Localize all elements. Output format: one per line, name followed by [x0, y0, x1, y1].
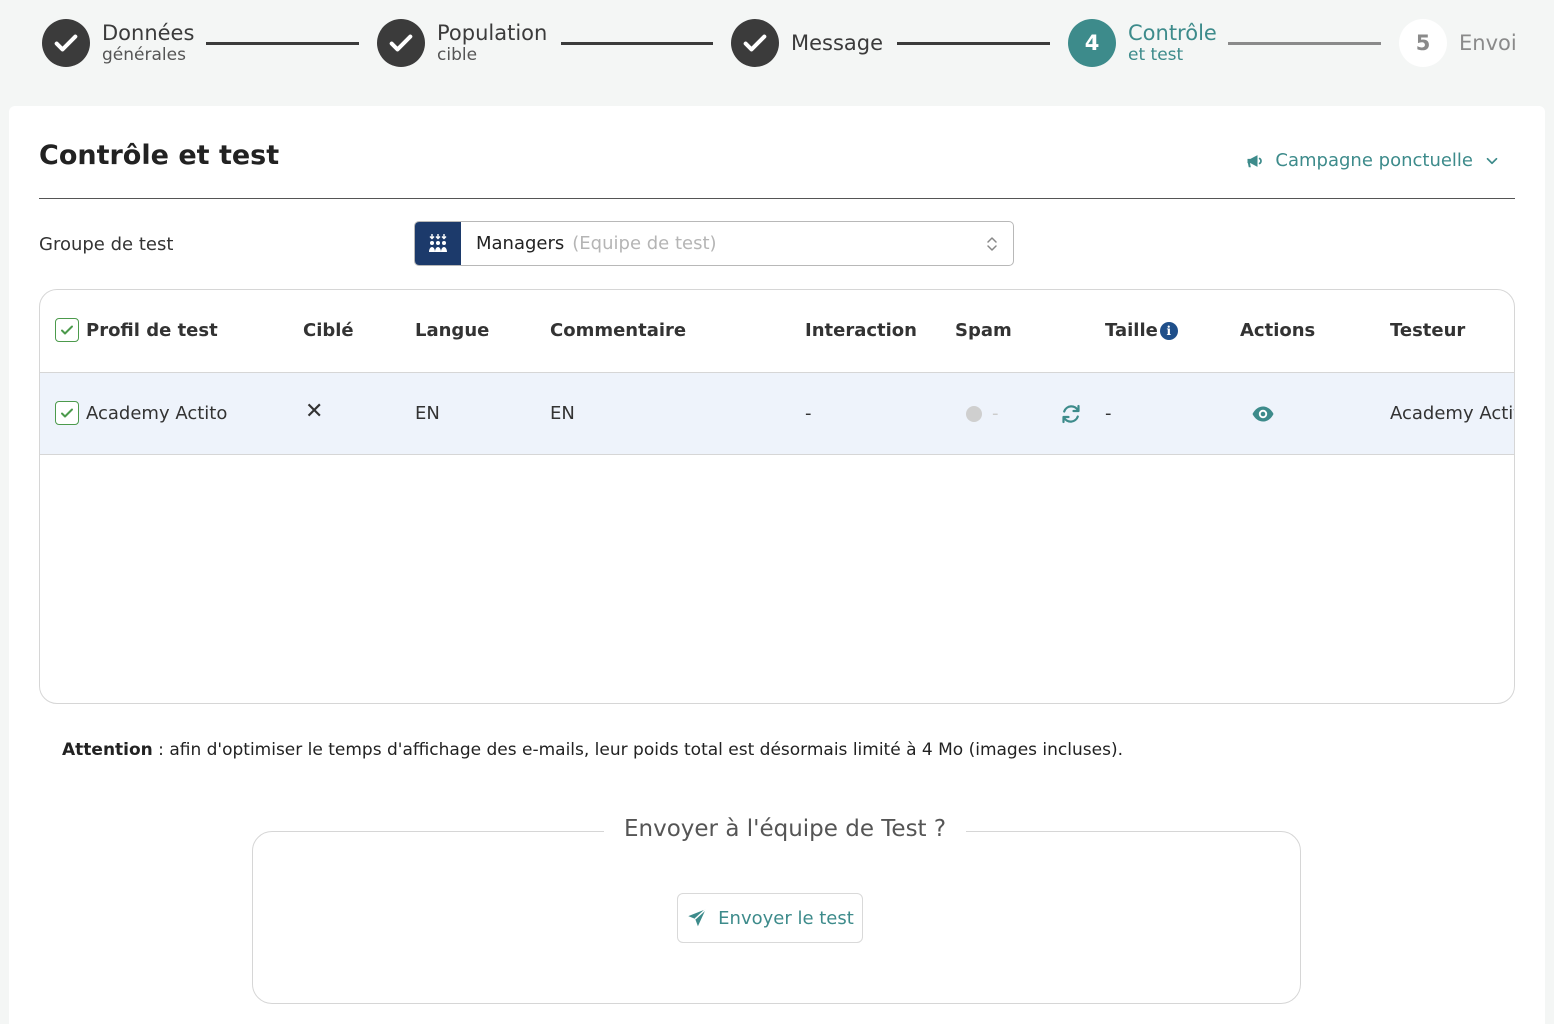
select-all-checkbox[interactable]	[55, 318, 79, 342]
step-5-pending-number[interactable]: 5	[1399, 19, 1447, 67]
test-profiles-table: Profil de test Ciblé Langue Commentaire …	[39, 289, 1515, 704]
wizard-stepper: Données générales Population cible Messa…	[0, 0, 1554, 100]
check-icon	[61, 408, 73, 418]
header-comment[interactable]: Commentaire	[550, 320, 686, 341]
title-divider	[39, 198, 1515, 199]
header-interaction[interactable]: Interaction	[805, 320, 917, 341]
cell-targeted-cross-icon: ✕	[305, 399, 324, 424]
select-updown-icon	[987, 237, 997, 251]
check-icon	[61, 325, 73, 335]
header-spam[interactable]: Spam	[955, 320, 1012, 341]
megaphone-icon	[1247, 154, 1263, 167]
paper-plane-icon	[688, 908, 707, 927]
send-test-button-label: Envoyer le test	[718, 907, 854, 929]
attention-notice: Attention : afin d'optimiser le temps d'…	[62, 740, 1123, 760]
attention-text: : afin d'optimiser le temps d'affichage …	[152, 740, 1123, 760]
header-profile[interactable]: Profil de test	[86, 320, 218, 341]
step-connector	[206, 42, 359, 45]
cell-spam: -	[992, 403, 999, 424]
header-language[interactable]: Langue	[415, 320, 489, 341]
step-3-done-checkmark-icon[interactable]	[731, 19, 779, 67]
step-connector	[897, 42, 1050, 45]
page-title: Contrôle et test	[39, 140, 280, 171]
header-tester[interactable]: Testeur	[1390, 320, 1465, 341]
cell-profile: Academy Actito	[86, 403, 228, 424]
header-size-label: Taille	[1105, 320, 1158, 341]
header-actions: Actions	[1240, 320, 1316, 341]
row-checkbox[interactable]	[55, 401, 79, 425]
header-size[interactable]: Taille i	[1105, 320, 1178, 341]
table-row[interactable]: Academy Actito ✕ EN EN - - - Academy Act…	[40, 372, 1514, 455]
info-icon[interactable]: i	[1159, 322, 1178, 340]
test-group-hint: (Equipe de test)	[572, 233, 717, 254]
step-connector	[1228, 42, 1381, 45]
test-group-value: Managers	[476, 233, 565, 254]
send-test-legend: Envoyer à l'équipe de Test ?	[604, 816, 967, 842]
refresh-icon[interactable]	[1059, 402, 1083, 426]
test-group-label: Groupe de test	[39, 234, 174, 255]
cell-language: EN	[415, 403, 440, 424]
campaign-type-dropdown[interactable]: Campagne ponctuelle	[1245, 150, 1501, 171]
step-1-label[interactable]: Données générales	[102, 22, 194, 66]
send-test-button[interactable]: Envoyer le test	[677, 893, 863, 943]
step-2-label[interactable]: Population cible	[437, 22, 547, 66]
step-2-done-checkmark-icon[interactable]	[377, 19, 425, 67]
cell-comment: EN	[550, 403, 575, 424]
chevron-down-icon	[1486, 157, 1498, 164]
send-test-fieldset: Envoyer à l'équipe de Test ? Envoyer le …	[252, 816, 1301, 1004]
test-group-select[interactable]: Managers (Equipe de test)	[414, 221, 1014, 266]
step-4-active-number[interactable]: 4	[1068, 19, 1116, 67]
step-3-label[interactable]: Message	[791, 32, 883, 54]
main-card: Contrôle et test Campagne ponctuelle Gro…	[9, 106, 1545, 1024]
spam-status-dot	[966, 406, 982, 422]
step-5-label[interactable]: Envoi	[1459, 32, 1517, 54]
attention-label: Attention	[62, 740, 153, 760]
cell-interaction: -	[805, 403, 812, 424]
group-people-icon	[415, 222, 461, 265]
eye-preview-icon[interactable]	[1251, 403, 1275, 425]
cell-tester: Academy Actito	[1390, 403, 1514, 424]
header-targeted[interactable]: Ciblé	[303, 320, 354, 341]
step-4-label[interactable]: Contrôle et test	[1128, 22, 1217, 66]
step-connector	[561, 42, 713, 45]
cell-size: -	[1105, 403, 1112, 424]
step-1-done-checkmark-icon[interactable]	[42, 19, 90, 67]
campaign-type-label: Campagne ponctuelle	[1275, 150, 1473, 171]
